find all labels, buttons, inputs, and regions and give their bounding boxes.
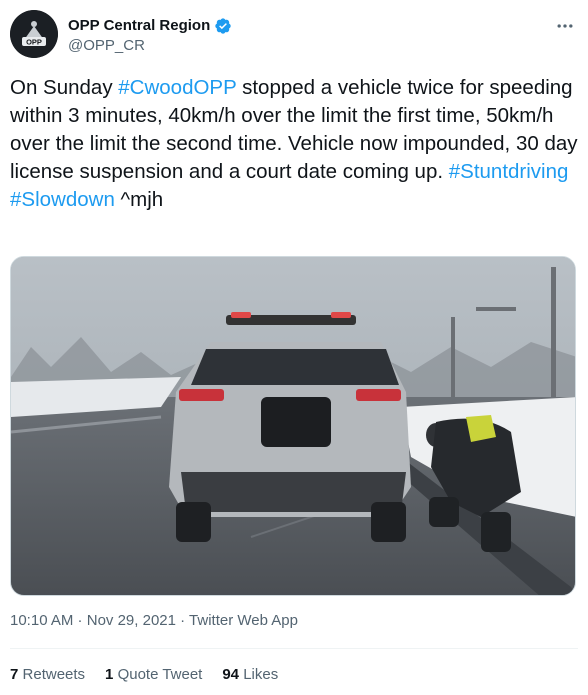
tweet-time[interactable]: 10:10 AM	[10, 612, 73, 629]
handle[interactable]: @OPP_CR	[68, 36, 232, 56]
likes-count: 94	[222, 666, 240, 683]
quote-tweets-label: Quote Tweet	[117, 666, 203, 683]
tweet-stats: 7 Retweets 1 Quote Tweet 94 Likes	[10, 666, 278, 683]
text-segment: ^mjh	[114, 188, 164, 211]
tweet-text: On Sunday #CwoodOPP stopped a vehicle tw…	[10, 74, 580, 214]
tweet-meta: 10:10 AM · Nov 29, 2021 · Twitter Web Ap…	[10, 612, 298, 629]
text-segment: On Sunday	[10, 76, 119, 99]
likes-stat[interactable]: 94 Likes	[222, 666, 278, 683]
avatar[interactable]: OPP	[10, 10, 58, 58]
avatar-badge-text: OPP	[26, 38, 42, 47]
likes-label: Likes	[243, 666, 279, 683]
meta-separator: ·	[73, 612, 87, 629]
tweet-photo[interactable]	[10, 256, 576, 596]
quote-tweets-count: 1	[105, 666, 114, 683]
retweets-count: 7	[10, 666, 19, 683]
author: OPP Central Region @OPP_CR	[68, 16, 232, 56]
display-name[interactable]: OPP Central Region	[68, 16, 210, 35]
meta-separator: ·	[175, 612, 190, 629]
retweets-label: Retweets	[22, 666, 86, 683]
verified-badge-icon	[215, 17, 231, 34]
tweet-date[interactable]: Nov 29, 2021	[87, 612, 176, 629]
quote-tweets-stat[interactable]: 1 Quote Tweet	[105, 666, 202, 683]
retweets-stat[interactable]: 7 Retweets	[10, 666, 85, 683]
tweet-source[interactable]: Twitter Web App	[189, 612, 298, 629]
hashtag-slowdown[interactable]: #Slowdown	[10, 188, 115, 211]
display-name-row[interactable]: OPP Central Region	[68, 16, 232, 35]
hashtag-stuntdriving[interactable]: #Stuntdriving	[449, 160, 569, 183]
more-icon[interactable]	[554, 16, 576, 36]
opp-badge-icon: OPP	[10, 10, 58, 58]
photo-scene	[11, 257, 575, 595]
tweet-header: OPP OPP Central Region @OPP_CR	[10, 10, 578, 58]
hashtag-cwoodopp[interactable]: #CwoodOPP	[118, 76, 236, 99]
divider	[10, 648, 578, 649]
